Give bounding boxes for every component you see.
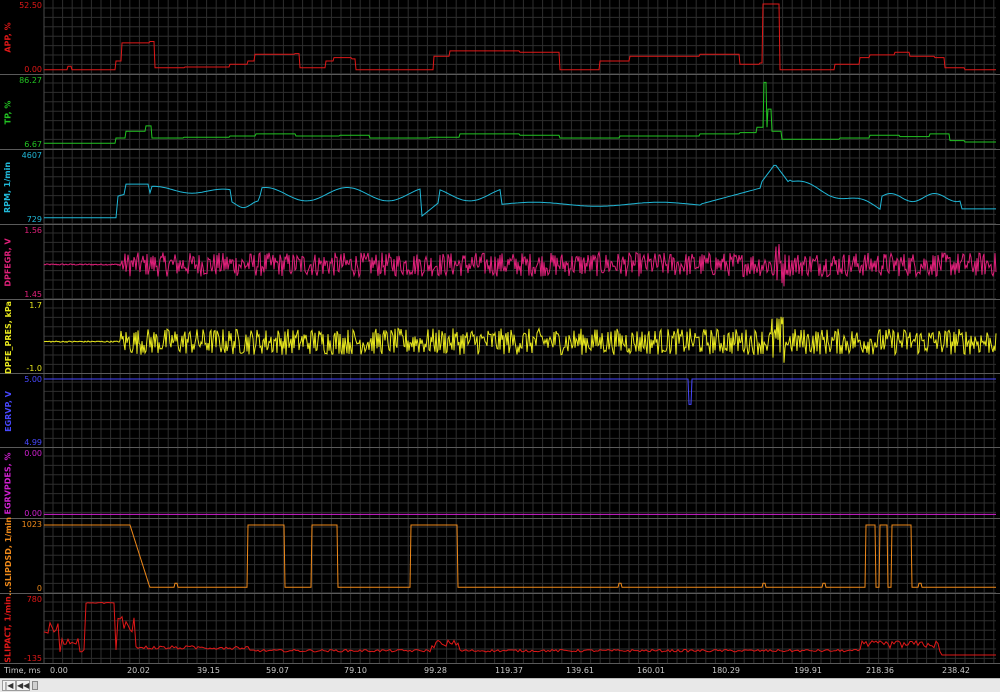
grid-lines <box>44 300 996 374</box>
channel-min-tp: 6.67 <box>24 140 42 149</box>
time-axis: Time, ms 0.00 20.02 39.15 59.07 79.10 99.28 11… <box>0 664 1000 678</box>
channel-panel-app[interactable]: APP, % 52.50 0.00 <box>0 0 1000 75</box>
channel-label-egrvp: EGRVP, V <box>3 390 13 432</box>
channel-panel-egrvpdes[interactable]: EGRVPDES, % 0.00 0.00 <box>0 448 1000 519</box>
channel-max-egrvpdes: 0.00 <box>24 449 42 458</box>
scroll-first-icon: |◀ <box>4 681 14 690</box>
grid-lines <box>44 448 996 519</box>
plot-area[interactable]: APP, % 52.50 0.00 TP, % 86.27 6.67 RPM, 1/min 4… <box>0 0 1000 664</box>
channel-label-dpfegr: DPFEGR, V <box>3 238 13 287</box>
channel-panel-slipdsd[interactable]: ...SLIPDSD, 1/min 1023 0 <box>0 517 1000 596</box>
grid-lines <box>44 0 996 75</box>
x-tick-label: 199.91 <box>794 666 822 675</box>
channel-plot-tp <box>0 75 1000 150</box>
channel-min-dpfe: -1.0 <box>26 364 42 373</box>
x-tick-label: 39.15 <box>197 666 220 675</box>
channel-label-tp: TP, % <box>3 100 13 125</box>
grid-lines <box>44 519 996 594</box>
channel-label-slipact: SLIPACT, 1/min <box>3 595 13 663</box>
channel-max-slipact: 780 <box>26 595 42 604</box>
grid-lines <box>44 374 996 448</box>
channel-label-rpm: RPM, 1/min <box>3 161 13 214</box>
trace-slipdsd <box>44 524 996 588</box>
channel-min-slipact: -135 <box>23 654 42 663</box>
grid-lines <box>44 75 996 150</box>
channel-min-egrvpdes: 0.00 <box>24 509 42 518</box>
channel-min-egrvp: 4.99 <box>24 438 42 447</box>
channel-panel-slipact[interactable]: SLIPACT, 1/min 780 -135 <box>0 594 1000 664</box>
channel-max-rpm: 4607 <box>21 151 42 160</box>
channel-max-dpfegr: 1.56 <box>24 226 42 235</box>
channel-max-app: 52.50 <box>19 1 42 10</box>
channel-panel-tp[interactable]: TP, % 86.27 6.67 <box>0 75 1000 150</box>
trace-slipact <box>43 601 996 656</box>
channel-max-egrvp: 5.00 <box>24 375 42 384</box>
channel-plot-rpm <box>0 150 1000 225</box>
channel-label-dpfe: DPFE_PRES, kPa <box>3 300 13 374</box>
channel-max-dpfe: 1.7 <box>29 301 42 310</box>
channel-plot-egrvp <box>0 374 1000 448</box>
x-tick-label: 20.02 <box>127 666 150 675</box>
grid-lines <box>44 594 996 664</box>
scroll-prev-icon: ◀◀ <box>17 681 30 690</box>
trace-rpm <box>44 164 996 219</box>
x-tick-label: 99.28 <box>424 666 447 675</box>
channel-label-slipdsd: ...SLIPDSD, 1/min <box>3 517 13 596</box>
scroll-thumb[interactable] <box>32 681 38 690</box>
channel-label-app: APP, % <box>3 22 13 53</box>
channel-plot-dpfe <box>0 300 1000 374</box>
trace-dpfe <box>43 316 997 363</box>
scroll-first-button[interactable]: |◀ <box>2 680 16 691</box>
x-tick-label: 160.01 <box>637 666 665 675</box>
channel-max-tp: 86.27 <box>19 76 42 85</box>
trace-tp <box>44 81 996 144</box>
time-axis-title: Time, ms <box>4 666 41 675</box>
scroll-prev-button[interactable]: ◀◀ <box>16 680 30 691</box>
x-tick-label: 180.29 <box>712 666 740 675</box>
channel-min-rpm: 729 <box>26 215 42 224</box>
x-tick-label: 238.42 <box>942 666 970 675</box>
x-tick-label: 218.36 <box>866 666 894 675</box>
channel-plot-egrvpdes <box>0 448 1000 519</box>
channel-plot-slipact <box>0 594 1000 664</box>
x-tick-label: 79.10 <box>344 666 367 675</box>
channel-max-slipdsd: 1023 <box>21 520 42 529</box>
channel-panel-egrvp[interactable]: EGRVP, V 5.00 4.99 <box>0 374 1000 448</box>
channel-panel-dpfe[interactable]: DPFE_PRES, kPa 1.7 -1.0 <box>0 300 1000 374</box>
x-tick-label: 119.37 <box>495 666 523 675</box>
x-tick-label: 139.61 <box>566 666 594 675</box>
grid-lines <box>44 150 996 225</box>
channel-min-slipdsd: 0 <box>36 584 42 593</box>
x-tick-label: 59.07 <box>266 666 289 675</box>
channel-min-app: 0.00 <box>24 65 42 74</box>
trace-app <box>44 3 996 71</box>
channel-min-dpfegr: 1.45 <box>24 290 42 299</box>
channel-panel-dpfegr[interactable]: DPFEGR, V 1.56 1.45 <box>0 225 1000 300</box>
channel-plot-dpfegr <box>0 225 1000 300</box>
x-tick-label: 0.00 <box>50 666 68 675</box>
channel-plot-slipdsd <box>0 519 1000 594</box>
channel-panel-rpm[interactable]: RPM, 1/min 4607 729 <box>0 150 1000 225</box>
channel-plot-app <box>0 0 1000 75</box>
time-scrollbar[interactable]: |◀ ◀◀ <box>0 678 1000 692</box>
channel-label-egrvpdes: EGRVPDES, % <box>3 452 13 515</box>
